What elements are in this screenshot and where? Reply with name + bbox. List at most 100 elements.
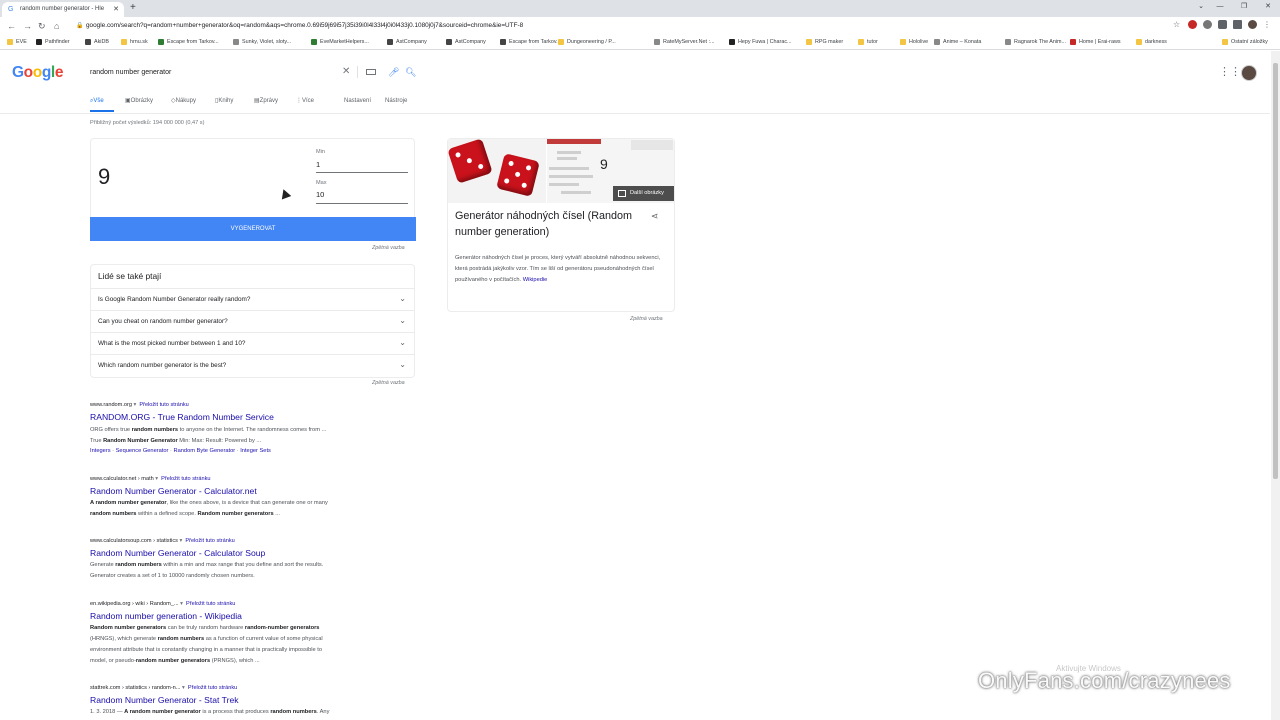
bookmark-item[interactable]: RateMyServer.Net :... <box>654 38 715 46</box>
bookmark-item[interactable]: EveMarketHelpers... <box>311 38 369 46</box>
lock-icon[interactable]: 🔒 <box>76 19 83 33</box>
bookmark-item[interactable]: EVE <box>7 38 27 46</box>
translate-link[interactable]: Přeložit tuto stránku <box>186 601 235 607</box>
profile-avatar-icon[interactable] <box>1248 20 1257 29</box>
google-logo[interactable]: Google <box>12 64 63 82</box>
forward-button[interactable]: → <box>23 20 32 32</box>
search-result: en.wikipedia.org › wiki › Random_... ▾ Př… <box>90 600 420 667</box>
account-avatar[interactable] <box>1241 65 1257 81</box>
chevron-down-icon[interactable]: ⌄ <box>399 316 406 326</box>
tab-more[interactable]: ⋮ Více <box>296 96 314 106</box>
extensions-puzzle-icon[interactable] <box>1218 20 1227 29</box>
bookmark-item[interactable]: tutor <box>858 38 878 46</box>
bookmark-icon <box>387 39 393 45</box>
chevron-down-icon[interactable]: ⌄ <box>399 360 406 370</box>
bookmark-item[interactable]: Sunky, Violet, sloty... <box>233 38 291 46</box>
result-snippet: (HRNGS), which generate random numbers a… <box>90 636 323 642</box>
bookmark-item[interactable]: RPG maker <box>806 38 843 46</box>
bookmark-item[interactable]: darkness <box>1136 38 1167 46</box>
paa-question[interactable]: Is Google Random Number Generator really… <box>90 288 415 310</box>
microphone-icon[interactable]: 🎤︎ <box>388 66 399 78</box>
result-title-link[interactable]: Random number generation - Wikipedia <box>90 609 420 623</box>
generate-button[interactable]: VYGENEROVAT <box>90 217 416 241</box>
tab-books[interactable]: ▯ Knihy <box>215 96 233 106</box>
scrollbar-thumb[interactable] <box>1273 63 1278 479</box>
bookmark-item[interactable]: AstCompany <box>446 38 486 46</box>
bookmark-label: Dungeoneering / P... <box>567 39 616 45</box>
paa-question[interactable]: What is the most picked number between 1… <box>90 332 415 354</box>
restore-button[interactable]: ❐ <box>1232 0 1256 17</box>
sitelink[interactable]: Sequence Generator <box>116 448 169 454</box>
reload-button[interactable]: ↻ <box>38 20 46 32</box>
bookmark-item[interactable]: Pathfinder <box>36 38 70 46</box>
result-title-link[interactable]: RANDOM.ORG - True Random Number Service <box>90 410 420 424</box>
share-icon[interactable]: ⋖ <box>651 211 659 222</box>
tab-news[interactable]: ▤ Zprávy <box>254 96 278 106</box>
minimize-button[interactable]: — <box>1208 0 1232 17</box>
result-title-link[interactable]: Random Number Generator - Stat Trek <box>90 693 420 707</box>
bookmark-item[interactable]: Home | Erai-raws <box>1070 38 1121 46</box>
rng-min-input[interactable]: 1 <box>316 160 408 173</box>
translate-link[interactable]: Přeložit tuto stránku <box>185 538 234 544</box>
clear-search-icon[interactable]: ✕ <box>342 66 350 78</box>
extension-icon-red[interactable] <box>1188 20 1197 29</box>
chevron-down-icon[interactable]: ⌄ <box>399 294 406 304</box>
home-button[interactable]: ⌂ <box>54 20 59 32</box>
paa-question[interactable]: Can you cheat on random number generator… <box>90 310 415 332</box>
chevron-down-icon[interactable]: ⌄ <box>399 338 406 348</box>
translate-link[interactable]: Přeložit tuto stránku <box>161 476 210 482</box>
bookmark-item[interactable]: Hepy Fuwa | Charac... <box>729 38 792 46</box>
wikipedia-link[interactable]: Wikipedie <box>523 277 548 283</box>
bookmark-item[interactable]: Ragnarok The Anim... <box>1005 38 1066 46</box>
close-window-button[interactable]: ✕ <box>1256 0 1280 17</box>
bookmark-item[interactable]: Escape from Tarkov... <box>158 38 219 46</box>
sitelink[interactable]: Integers <box>90 448 111 454</box>
bookmark-item[interactable]: Hololive <box>900 38 928 46</box>
bookmark-item[interactable]: Anime – Konata <box>934 38 981 46</box>
bookmark-item[interactable]: Ostatní záložky <box>1222 38 1268 46</box>
knowledge-feedback-link[interactable]: Zpětná vazba <box>630 315 663 323</box>
paa-feedback-link[interactable]: Zpětná vazba <box>372 379 405 387</box>
bookmark-item[interactable]: hrnu.sk <box>121 38 148 46</box>
back-button[interactable]: ← <box>7 20 16 32</box>
tab-search-icon[interactable]: ⌄ <box>1198 0 1204 14</box>
tab-tools[interactable]: Nástroje <box>385 96 407 106</box>
tab-images[interactable]: ▣ Obrázky <box>125 96 153 106</box>
bookmark-item[interactable]: AkiDB <box>85 38 109 46</box>
bookmark-item[interactable]: AstCompany <box>387 38 427 46</box>
more-images-button[interactable]: Další obrázky <box>613 186 674 201</box>
keyboard-icon[interactable] <box>366 69 376 75</box>
paa-question[interactable]: Which random number generator is the bes… <box>90 354 415 376</box>
new-tab-button[interactable]: + <box>130 1 136 15</box>
search-result: www.calculatorsoup.com › statistics ▾ Pře… <box>90 537 420 582</box>
result-url[interactable]: en.wikipedia.org › wiki › Random_... <box>90 601 179 607</box>
address-bar[interactable]: 🔒 google.com/search?q=random+number+gene… <box>74 19 1194 33</box>
sitelink[interactable]: Random Byte Generator <box>174 448 236 454</box>
search-icon[interactable]: 🔍︎ <box>405 66 416 78</box>
result-title-link[interactable]: Random Number Generator - Calculator Sou… <box>90 546 420 560</box>
result-url[interactable]: www.random.org <box>90 402 132 408</box>
tab-more-label: Více <box>302 98 315 104</box>
browser-tab[interactable]: G random number generator - Hle ✕ <box>2 2 124 17</box>
dice-image[interactable] <box>448 139 546 203</box>
result-title-link[interactable]: Random Number Generator - Calculator.net <box>90 484 420 498</box>
result-url[interactable]: www.calculatorsoup.com › statistics <box>90 538 178 544</box>
rng-max-input[interactable]: 10 <box>316 190 408 204</box>
bookmark-item[interactable]: Escape from Tarkov... <box>500 38 561 46</box>
tab-settings[interactable]: Nastavení <box>344 96 371 106</box>
translate-link[interactable]: Přeložit tuto stránku <box>188 685 237 691</box>
close-tab-icon[interactable]: ✕ <box>113 2 119 17</box>
translate-link[interactable]: Přeložit tuto stránku <box>139 402 188 408</box>
browser-menu-icon[interactable]: ⋮ <box>1263 20 1272 29</box>
page-scrollbar[interactable] <box>1271 51 1280 720</box>
sitelink[interactable]: Integer Sets <box>240 448 271 454</box>
extension-icon-gray[interactable] <box>1203 20 1212 29</box>
rng-feedback-link[interactable]: Zpětná vazba <box>372 244 405 252</box>
bookmark-star-icon[interactable]: ☆ <box>1173 20 1182 29</box>
result-url[interactable]: www.calculator.net › math <box>90 476 154 482</box>
media-icon[interactable] <box>1233 20 1242 29</box>
tab-all[interactable]: ⌕ Vše <box>90 96 104 106</box>
result-url[interactable]: stattrek.com › statistics › random-n... <box>90 685 180 691</box>
tab-shopping[interactable]: ◇ Nákupy <box>171 96 196 106</box>
bookmark-item[interactable]: Dungeoneering / P... <box>558 38 616 46</box>
